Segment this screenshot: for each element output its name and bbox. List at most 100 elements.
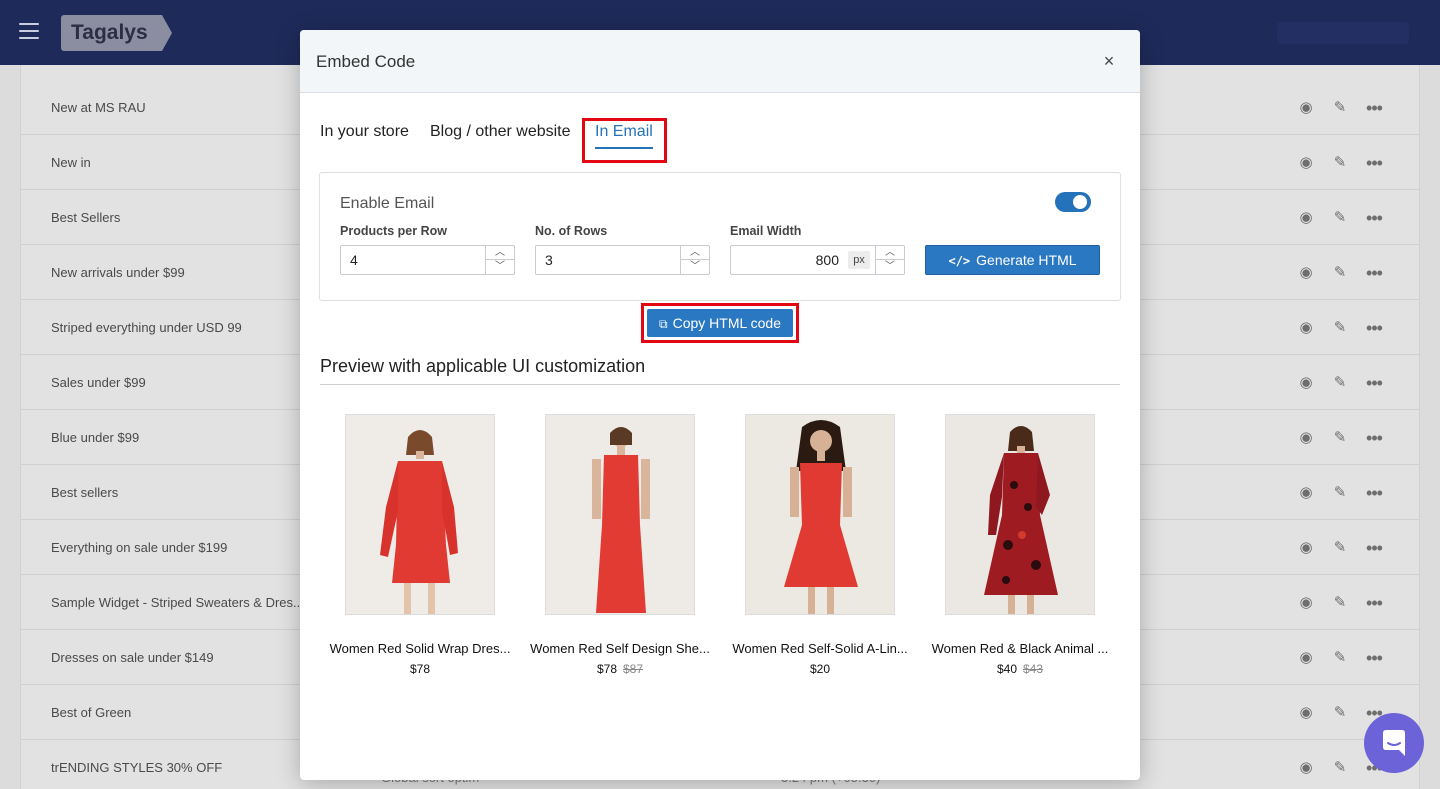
email-width-input[interactable] bbox=[731, 246, 843, 274]
more-icon[interactable]: ••• bbox=[1364, 373, 1384, 393]
row-name: Sample Widget - Striped Sweaters & Dres.… bbox=[51, 595, 304, 610]
pencil-icon[interactable]: ✎ bbox=[1330, 538, 1350, 558]
email-settings-panel: Enable Email Products per Row ︿ ﹀ No. of… bbox=[319, 172, 1121, 301]
modal-title: Embed Code bbox=[316, 52, 416, 71]
chevron-down-icon[interactable]: ﹀ bbox=[681, 260, 709, 274]
product-name[interactable]: Women Red & Black Animal ... bbox=[920, 641, 1120, 656]
row-name: New arrivals under $99 bbox=[51, 265, 185, 280]
more-icon[interactable]: ••• bbox=[1364, 318, 1384, 338]
divider bbox=[320, 384, 1120, 385]
chevron-up-icon[interactable]: ︿ bbox=[681, 246, 709, 260]
row-name: Striped everything under USD 99 bbox=[51, 320, 242, 335]
stepper-buttons: ︿ ﹀ bbox=[680, 246, 709, 274]
tab-blog-other-website[interactable]: Blog / other website bbox=[430, 123, 571, 141]
product-image[interactable] bbox=[745, 414, 895, 615]
more-icon[interactable]: ••• bbox=[1364, 428, 1384, 448]
rows-input[interactable] bbox=[536, 246, 681, 274]
more-icon[interactable]: ••• bbox=[1364, 153, 1384, 173]
product-name[interactable]: Women Red Solid Wrap Dres... bbox=[320, 641, 520, 656]
products-per-row-stepper[interactable]: ︿ ﹀ bbox=[340, 245, 515, 275]
product-name[interactable]: Women Red Self-Solid A-Lin... bbox=[720, 641, 920, 656]
chevron-down-icon[interactable]: ﹀ bbox=[876, 260, 904, 274]
row-name: Best sellers bbox=[51, 485, 119, 500]
generate-html-label: Generate HTML bbox=[976, 252, 1077, 268]
row-name: New in bbox=[51, 155, 91, 170]
row-name: Best of Green bbox=[51, 705, 132, 720]
eye-icon[interactable]: ◉ bbox=[1296, 538, 1316, 558]
row-name: Everything on sale under $199 bbox=[51, 540, 228, 555]
more-icon[interactable]: ••• bbox=[1364, 538, 1384, 558]
pencil-icon[interactable]: ✎ bbox=[1330, 648, 1350, 668]
row-actions: ◉ ✎ ••• bbox=[1296, 593, 1396, 613]
row-name: Best Sellers bbox=[51, 210, 121, 225]
row-actions: ◉ ✎ ••• bbox=[1296, 153, 1396, 173]
pencil-icon[interactable]: ✎ bbox=[1330, 758, 1350, 778]
eye-icon[interactable]: ◉ bbox=[1296, 263, 1316, 283]
pencil-icon[interactable]: ✎ bbox=[1330, 483, 1350, 503]
pencil-icon[interactable]: ✎ bbox=[1330, 98, 1350, 118]
eye-icon[interactable]: ◉ bbox=[1296, 703, 1316, 723]
old-price: $43 bbox=[1023, 662, 1044, 676]
product-name[interactable]: Women Red Self Design She... bbox=[520, 641, 720, 656]
eye-icon[interactable]: ◉ bbox=[1296, 373, 1316, 393]
more-icon[interactable]: ••• bbox=[1364, 483, 1384, 503]
pencil-icon[interactable]: ✎ bbox=[1330, 593, 1350, 613]
chat-widget-button[interactable] bbox=[1364, 713, 1424, 773]
row-actions: ◉ ✎ ••• bbox=[1296, 208, 1396, 228]
logo[interactable]: Tagalys bbox=[61, 15, 172, 51]
product-image[interactable] bbox=[545, 414, 695, 615]
eye-icon[interactable]: ◉ bbox=[1296, 428, 1316, 448]
eye-icon[interactable]: ◉ bbox=[1296, 318, 1316, 338]
more-icon[interactable]: ••• bbox=[1364, 98, 1384, 118]
unit-badge: px bbox=[848, 251, 870, 269]
pencil-icon[interactable]: ✎ bbox=[1330, 373, 1350, 393]
pencil-icon[interactable]: ✎ bbox=[1330, 428, 1350, 448]
email-width-stepper[interactable]: px ︿ ﹀ bbox=[730, 245, 905, 275]
eye-icon[interactable]: ◉ bbox=[1296, 208, 1316, 228]
row-name: Dresses on sale under $149 bbox=[51, 650, 214, 665]
eye-icon[interactable]: ◉ bbox=[1296, 483, 1316, 503]
product-card[interactable]: Women Red Self-Solid A-Lin... $20 bbox=[720, 414, 920, 676]
more-icon[interactable]: ••• bbox=[1364, 648, 1384, 668]
eye-icon[interactable]: ◉ bbox=[1296, 153, 1316, 173]
products-per-row-input[interactable] bbox=[341, 246, 486, 274]
row-actions: ◉ ✎ ••• bbox=[1296, 428, 1396, 448]
close-icon[interactable]: × bbox=[1099, 51, 1119, 71]
enable-email-toggle[interactable] bbox=[1055, 192, 1091, 212]
row-name: Blue under $99 bbox=[51, 430, 140, 445]
pencil-icon[interactable]: ✎ bbox=[1330, 208, 1350, 228]
stepper-buttons: ︿ ﹀ bbox=[875, 246, 904, 274]
tab-in-your-store[interactable]: In your store bbox=[320, 123, 409, 141]
product-price: $78 bbox=[320, 662, 520, 676]
chevron-down-icon[interactable]: ﹀ bbox=[486, 260, 514, 274]
product-price: $78 $87 bbox=[520, 662, 720, 676]
product-card[interactable]: Women Red & Black Animal ... $40 $43 bbox=[920, 414, 1120, 676]
generate-html-button[interactable]: </> Generate HTML bbox=[925, 245, 1100, 275]
more-icon[interactable]: ••• bbox=[1364, 593, 1384, 613]
menu-icon[interactable] bbox=[19, 23, 39, 39]
product-image[interactable] bbox=[345, 414, 495, 615]
price: $78 bbox=[409, 662, 431, 676]
row-name: Sales under $99 bbox=[51, 375, 146, 390]
product-image[interactable] bbox=[945, 414, 1095, 615]
pencil-icon[interactable]: ✎ bbox=[1330, 263, 1350, 283]
rows-label: No. of Rows bbox=[535, 224, 608, 238]
more-icon[interactable]: ••• bbox=[1364, 263, 1384, 283]
eye-icon[interactable]: ◉ bbox=[1296, 758, 1316, 778]
chevron-up-icon[interactable]: ︿ bbox=[486, 246, 514, 260]
code-icon: </> bbox=[948, 254, 971, 268]
product-card[interactable]: Women Red Solid Wrap Dres... $78 bbox=[320, 414, 520, 676]
pencil-icon[interactable]: ✎ bbox=[1330, 153, 1350, 173]
chevron-up-icon[interactable]: ︿ bbox=[876, 246, 904, 260]
eye-icon[interactable]: ◉ bbox=[1296, 593, 1316, 613]
top-right-control[interactable] bbox=[1277, 22, 1409, 44]
pencil-icon[interactable]: ✎ bbox=[1330, 318, 1350, 338]
row-actions: ◉ ✎ ••• bbox=[1296, 318, 1396, 338]
old-price: $87 bbox=[623, 662, 644, 676]
eye-icon[interactable]: ◉ bbox=[1296, 98, 1316, 118]
product-card[interactable]: Women Red Self Design She... $78 $87 bbox=[520, 414, 720, 676]
pencil-icon[interactable]: ✎ bbox=[1330, 703, 1350, 723]
more-icon[interactable]: ••• bbox=[1364, 208, 1384, 228]
rows-stepper[interactable]: ︿ ﹀ bbox=[535, 245, 710, 275]
eye-icon[interactable]: ◉ bbox=[1296, 648, 1316, 668]
